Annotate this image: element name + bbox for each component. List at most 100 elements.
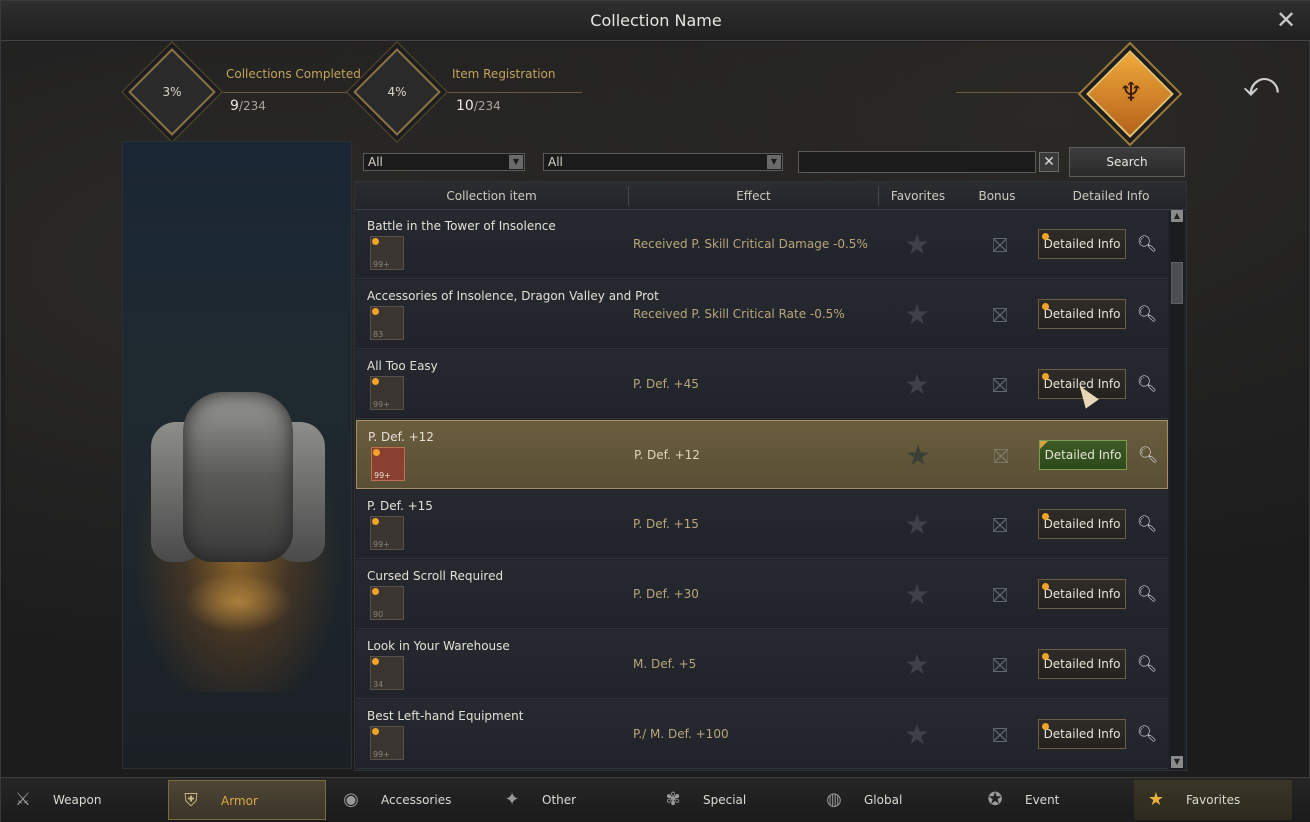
notification-dot-icon: [1042, 723, 1049, 730]
bonus-reward-gift-icon[interactable]: ⛝: [986, 582, 1014, 608]
magnifier-icon[interactable]: 🔍︎: [1136, 512, 1158, 536]
tab-label: Event: [1025, 793, 1060, 807]
detailed-info-button[interactable]: Detailed Info: [1038, 719, 1126, 749]
status-dot-icon: [373, 449, 380, 456]
item-count: 99+: [373, 400, 390, 409]
scroll-up-icon[interactable]: ▲: [1171, 210, 1183, 222]
detailed-info-label: Detailed Info: [1043, 657, 1121, 671]
status-select-value: All: [548, 155, 563, 169]
search-input[interactable]: [798, 151, 1036, 173]
bonus-reward-gift-icon[interactable]: ⛝: [986, 652, 1014, 678]
magnifier-icon[interactable]: 🔍︎: [1136, 652, 1158, 676]
armor-chest: [183, 392, 293, 562]
magnifier-icon[interactable]: 🔍︎: [1136, 582, 1158, 606]
category-select[interactable]: All ▼: [363, 153, 525, 171]
scrollbar[interactable]: ▲ ▼: [1170, 210, 1184, 770]
detailed-info-button[interactable]: Detailed Info: [1038, 299, 1126, 329]
table-row[interactable]: P. Def. +12 99+ P. Def. +12 ★ ⛝ Detailed…: [356, 420, 1168, 489]
bonus-reward-gift-icon[interactable]: ⛝: [986, 232, 1014, 258]
bonus-reward-gift-icon[interactable]: ⛝: [986, 512, 1014, 538]
close-icon[interactable]: ✕: [1275, 8, 1297, 32]
table-row[interactable]: Look in Your Warehouse 34 M. Def. +5 ★ ⛝…: [356, 630, 1168, 699]
table-row[interactable]: Best Left-hand Equipment 99+ P./ M. Def.…: [356, 700, 1168, 769]
tab-other-equipment[interactable]: ✦ Other equipment: [490, 780, 648, 820]
magnifier-icon[interactable]: 🔍︎: [1136, 372, 1158, 396]
item-slot[interactable]: 99+: [370, 236, 404, 270]
favorite-star-icon[interactable]: ★: [902, 370, 932, 400]
armor-icon: ⛨: [184, 790, 198, 811]
detailed-info-button[interactable]: Detailed Info: [1038, 509, 1126, 539]
magnifier-icon[interactable]: 🔍︎: [1136, 302, 1158, 326]
status-dot-icon: [372, 588, 379, 595]
notification-dot-icon: [1040, 441, 1048, 449]
detailed-info-button[interactable]: Detailed Info: [1038, 649, 1126, 679]
magnifier-icon[interactable]: 🔍︎: [1137, 443, 1159, 467]
tab-global[interactable]: ◍ Global: [812, 780, 970, 820]
detailed-info-button[interactable]: Detailed Info: [1038, 579, 1126, 609]
item-slot[interactable]: 99+: [370, 516, 404, 550]
favorite-star-icon[interactable]: ★: [902, 230, 932, 260]
item-slot[interactable]: 90: [370, 586, 404, 620]
header-detailed-info[interactable]: Detailed Info: [1055, 182, 1167, 210]
bonus-reward-gift-icon[interactable]: ⛝: [986, 302, 1014, 328]
return-arrow-icon[interactable]: ⤺: [1241, 65, 1281, 105]
table-row[interactable]: Cursed Scroll Required 90 P. Def. +30 ★ …: [356, 560, 1168, 629]
header-favorites[interactable]: Favorites: [879, 182, 957, 210]
favorite-star-icon[interactable]: ★: [902, 580, 932, 610]
collection-name: Cursed Scroll Required: [367, 569, 504, 583]
item-slot[interactable]: 99+: [370, 726, 404, 760]
favorite-star-icon[interactable]: ★: [902, 720, 932, 750]
table-row[interactable]: All Too Easy 99+ P. Def. +45 ★ ⛝ Detaile…: [356, 350, 1168, 419]
tab-label: Accessories: [381, 793, 452, 807]
bonus-reward-gift-icon[interactable]: ⛝: [986, 722, 1014, 748]
tab-accessories[interactable]: ◉ Accessories: [329, 780, 487, 820]
table-row[interactable]: Accessories of Insolence, Dragon Valley …: [356, 280, 1168, 349]
registration-count: 10/234: [456, 98, 501, 114]
favorites-star-icon: ★: [1147, 789, 1165, 810]
detailed-info-button[interactable]: Detailed Info: [1039, 440, 1127, 470]
item-count: 99+: [373, 540, 390, 549]
table-row[interactable]: Battle in the Tower of Insolence 99+ Rec…: [356, 210, 1168, 279]
scroll-thumb[interactable]: [1171, 262, 1183, 304]
header-effect[interactable]: Effect: [629, 182, 878, 210]
detailed-info-label: Detailed Info: [1043, 587, 1121, 601]
tab-weapon[interactable]: ⚔ Weapon: [1, 780, 159, 820]
detailed-info-button[interactable]: Detailed Info: [1038, 229, 1126, 259]
collection-effect: Received P. Skill Critical Rate -0.5%: [633, 307, 845, 321]
status-select[interactable]: All ▼: [543, 153, 783, 171]
item-slot[interactable]: 99+: [370, 376, 404, 410]
favorite-star-icon[interactable]: ★: [902, 300, 932, 330]
status-dot-icon: [372, 378, 379, 385]
chevron-down-icon[interactable]: ▼: [767, 155, 781, 169]
search-button[interactable]: Search: [1069, 147, 1185, 177]
status-dot-icon: [372, 728, 379, 735]
collection-name: P. Def. +15: [367, 499, 433, 513]
collection-name: P. Def. +12: [368, 430, 434, 444]
item-slot[interactable]: 99+: [371, 447, 405, 481]
bonus-reward-gift-icon[interactable]: ⛝: [986, 372, 1014, 398]
scroll-down-icon[interactable]: ▼: [1171, 756, 1183, 768]
header-collection-item[interactable]: Collection item: [355, 182, 628, 210]
tab-armor[interactable]: ⛨ Armor: [168, 780, 326, 820]
magnifier-icon[interactable]: 🔍︎: [1136, 232, 1158, 256]
tab-special[interactable]: ✾ Special: [651, 780, 809, 820]
tab-favorites[interactable]: ★ Favorites: [1134, 780, 1292, 820]
item-slot[interactable]: 34: [370, 656, 404, 690]
clear-icon[interactable]: ✕: [1039, 152, 1059, 172]
divider: [223, 92, 363, 93]
bonus-reward-gift-icon[interactable]: ⛝: [987, 443, 1015, 469]
favorite-star-icon[interactable]: ★: [903, 441, 933, 471]
collection-effect: P. Def. +15: [633, 517, 699, 531]
favorite-star-icon[interactable]: ★: [902, 650, 932, 680]
tab-label: Favorites: [1186, 793, 1241, 807]
favorite-star-icon[interactable]: ★: [902, 510, 932, 540]
magnifier-icon[interactable]: 🔍︎: [1136, 722, 1158, 746]
tab-event[interactable]: ✪ Event: [973, 780, 1131, 820]
chevron-down-icon[interactable]: ▼: [509, 155, 523, 169]
notification-dot-icon: [1042, 233, 1049, 240]
tab-label: Special: [703, 793, 747, 807]
table-row[interactable]: P. Def. +15 99+ P. Def. +15 ★ ⛝ Detailed…: [356, 490, 1168, 559]
collection-effect: P. Def. +30: [633, 587, 699, 601]
item-slot[interactable]: 83: [370, 306, 404, 340]
header-bonus-reward[interactable]: Bonus Reward: [955, 182, 1039, 231]
